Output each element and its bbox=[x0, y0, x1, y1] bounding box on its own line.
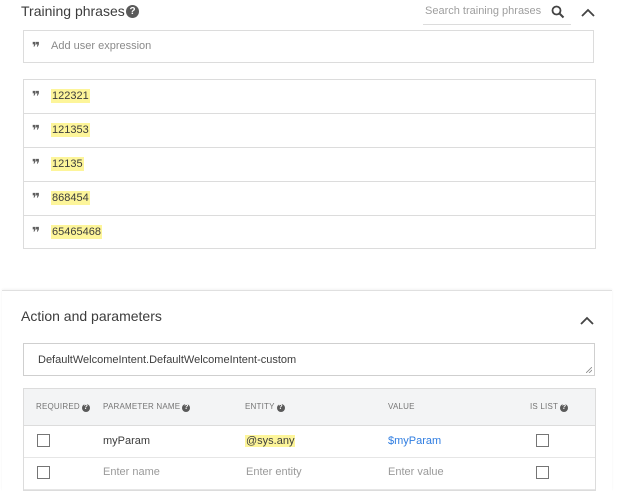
column-parameter-name: PARAMETER NAME? bbox=[103, 402, 191, 412]
help-icon[interactable]: ? bbox=[81, 404, 90, 412]
quote-icon: ❞ bbox=[32, 157, 41, 173]
phrase-text[interactable]: 12135 bbox=[51, 157, 84, 171]
parameters-table: REQUIRED? PARAMETER NAME? ENTITY? VALUE … bbox=[23, 388, 596, 491]
help-icon[interactable]: ? bbox=[560, 404, 569, 412]
search-input[interactable] bbox=[425, 5, 543, 17]
add-user-expression-input[interactable] bbox=[51, 40, 471, 52]
phrase-text[interactable]: 122321 bbox=[51, 89, 90, 103]
training-phrases-title: Training phrases bbox=[21, 3, 125, 19]
quote-icon: ❞ bbox=[32, 225, 41, 241]
list-item[interactable]: ❞ 868454 bbox=[24, 182, 595, 216]
column-required: REQUIRED? bbox=[36, 402, 90, 412]
parameter-name-input[interactable] bbox=[103, 466, 213, 478]
quote-icon: ❞ bbox=[32, 40, 41, 56]
action-name-input[interactable] bbox=[23, 343, 595, 376]
phrase-text[interactable]: 121353 bbox=[51, 123, 90, 137]
chevron-up-icon[interactable] bbox=[580, 316, 594, 326]
required-checkbox[interactable] bbox=[37, 434, 50, 447]
add-user-expression: ❞ bbox=[23, 30, 594, 63]
quote-icon: ❞ bbox=[32, 191, 41, 207]
list-item[interactable]: ❞ 121353 bbox=[24, 114, 595, 148]
list-item[interactable]: ❞ 65465468 bbox=[24, 216, 595, 248]
quote-icon: ❞ bbox=[32, 123, 41, 139]
column-is-list: IS LIST? bbox=[530, 402, 569, 412]
help-icon[interactable]: ? bbox=[276, 404, 285, 412]
parameter-value-input[interactable] bbox=[388, 466, 498, 478]
phrase-text[interactable]: 868454 bbox=[51, 191, 90, 205]
parameter-value[interactable]: $myParam bbox=[388, 435, 441, 447]
parameter-name[interactable]: myParam bbox=[103, 435, 150, 447]
search-icon[interactable] bbox=[551, 5, 565, 19]
resize-handle-icon[interactable] bbox=[586, 367, 592, 373]
training-phrase-list: ❞ 122321 ❞ 121353 ❞ 12135 ❞ 868454 ❞ 654… bbox=[23, 79, 596, 249]
list-item[interactable]: ❞ 12135 bbox=[24, 148, 595, 182]
parameter-entity[interactable]: @sys.any bbox=[245, 435, 296, 447]
help-icon[interactable]: ? bbox=[182, 404, 191, 412]
is-list-checkbox[interactable] bbox=[536, 434, 549, 447]
list-item[interactable]: ❞ 122321 bbox=[24, 80, 595, 114]
column-value: VALUE bbox=[388, 402, 415, 411]
is-list-checkbox[interactable] bbox=[536, 466, 549, 479]
column-label: ENTITY bbox=[245, 402, 275, 411]
table-row bbox=[24, 458, 595, 490]
parameters-table-header: REQUIRED? PARAMETER NAME? ENTITY? VALUE … bbox=[24, 389, 595, 426]
search-training-phrases bbox=[423, 2, 571, 25]
column-entity: ENTITY? bbox=[245, 402, 285, 412]
action-parameters-card: Action and parameters REQUIRED? PARAMETE… bbox=[2, 290, 612, 491]
phrase-text[interactable]: 65465468 bbox=[51, 225, 102, 239]
column-label: REQUIRED bbox=[36, 402, 80, 411]
parameter-entity-input[interactable] bbox=[246, 466, 356, 478]
quote-icon: ❞ bbox=[32, 89, 41, 105]
required-checkbox[interactable] bbox=[37, 466, 50, 479]
training-phrases-card: Training phrases ? ❞ ❞ 122321 ❞ 121353 ❞… bbox=[2, 0, 612, 282]
column-label: IS LIST bbox=[530, 402, 559, 411]
action-parameters-title: Action and parameters bbox=[21, 308, 162, 324]
column-label: PARAMETER NAME bbox=[103, 402, 181, 411]
help-icon[interactable]: ? bbox=[126, 5, 139, 18]
chevron-up-icon[interactable] bbox=[581, 8, 595, 18]
table-row: myParam @sys.any $myParam bbox=[24, 426, 595, 458]
column-label: VALUE bbox=[388, 402, 415, 411]
